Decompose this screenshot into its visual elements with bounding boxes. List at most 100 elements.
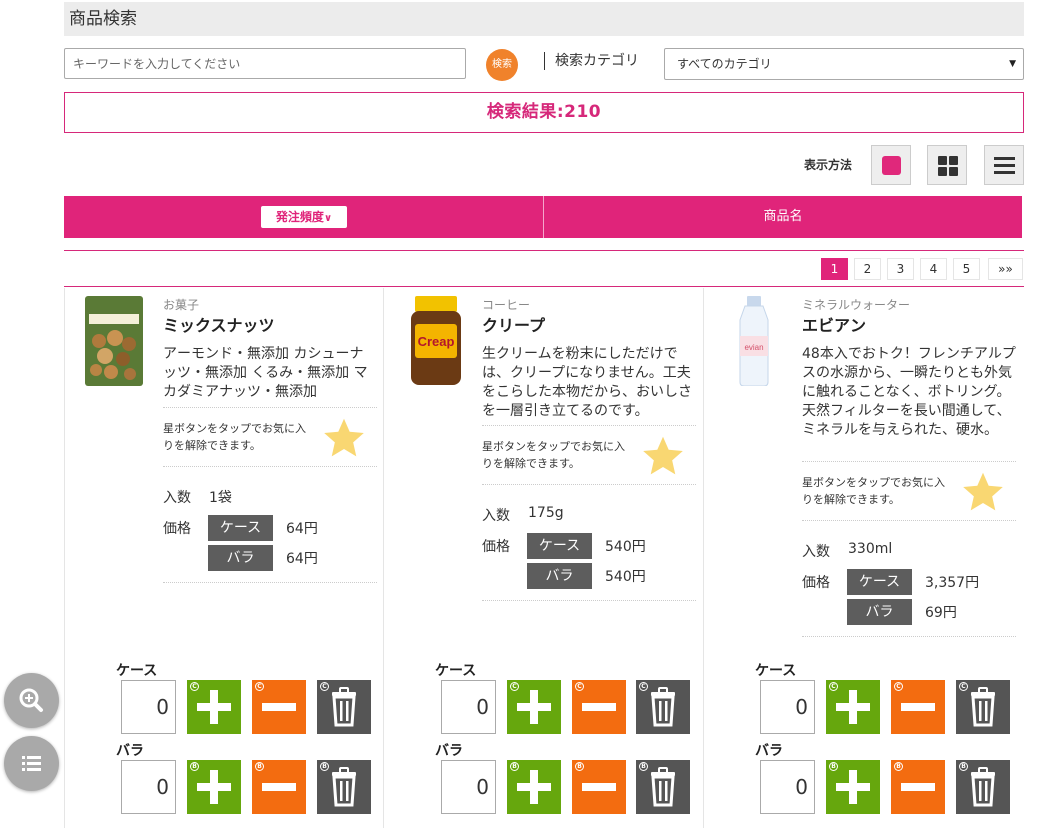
bara-price: 64円 xyxy=(286,551,318,567)
qty-value: 1袋 xyxy=(209,490,232,506)
category-selected-value: すべてのカテゴリ xyxy=(677,57,772,71)
bara-badge: B xyxy=(829,762,838,771)
sort-frequency-label: 発注頻度 xyxy=(275,210,324,224)
bara-qty-label: バラ xyxy=(755,743,783,759)
case-add-button[interactable]: C xyxy=(187,680,241,734)
product-name: エビアン xyxy=(802,316,867,335)
bara-subtract-button[interactable]: B xyxy=(252,760,306,814)
page-5[interactable]: 5 xyxy=(953,258,980,280)
bara-badge: B xyxy=(894,762,903,771)
case-tag: ケース xyxy=(847,569,912,595)
keyword-search-input[interactable] xyxy=(64,48,466,79)
bara-tag: バラ xyxy=(208,545,273,571)
favorite-hint: 星ボタンをタップでお気に入りを解除できます。 xyxy=(163,422,306,452)
minus-icon xyxy=(582,703,616,711)
bara-badge: B xyxy=(190,762,199,771)
product-category: お菓子 xyxy=(163,298,200,312)
bara-add-button[interactable]: B xyxy=(826,760,880,814)
case-price: 64円 xyxy=(286,521,318,537)
case-delete-button[interactable]: C xyxy=(636,680,690,734)
next-pages-button[interactable]: »» xyxy=(988,258,1023,280)
case-price: 540円 xyxy=(605,539,646,555)
sort-tab-name[interactable]: 商品名 xyxy=(544,196,1022,238)
case-quantity-input[interactable]: 0 xyxy=(441,680,496,734)
product-description: 48本入でおトク！フレンチアルプスの水源から、一瞬たりとも外気に触れることなく、… xyxy=(802,346,1016,438)
bara-badge: B xyxy=(510,762,519,771)
bara-delete-button[interactable]: B xyxy=(317,760,371,814)
product-image-evian: evian xyxy=(732,296,776,387)
view-list-button[interactable] xyxy=(984,145,1024,185)
page-3[interactable]: 3 xyxy=(887,258,914,280)
minus-icon xyxy=(262,703,296,711)
case-subtract-button[interactable]: C xyxy=(252,680,306,734)
bara-badge: B xyxy=(255,762,264,771)
bara-quantity-input[interactable]: 0 xyxy=(441,760,496,814)
favorite-box: 星ボタンをタップでお気に入りを解除できます。 xyxy=(163,407,377,467)
bara-price: 540円 xyxy=(605,569,646,585)
page-1[interactable]: 1 xyxy=(821,258,848,280)
bara-tag: バラ xyxy=(527,563,592,589)
case-add-button[interactable]: C xyxy=(826,680,880,734)
case-subtract-button[interactable]: C xyxy=(572,680,626,734)
case-qty-label: ケース xyxy=(755,663,797,679)
bara-add-button[interactable]: B xyxy=(507,760,561,814)
favorite-hint: 星ボタンをタップでお気に入りを解除できます。 xyxy=(482,440,625,470)
case-delete-button[interactable]: C xyxy=(956,680,1010,734)
divider xyxy=(64,250,1024,251)
minus-icon xyxy=(901,703,935,711)
zoom-in-icon xyxy=(19,688,43,712)
price-label: 価格 xyxy=(802,575,830,591)
qty-label: 入数 xyxy=(482,508,510,524)
chevron-down-icon: ▼ xyxy=(1009,59,1016,69)
bara-subtract-button[interactable]: B xyxy=(572,760,626,814)
case-delete-button[interactable]: C xyxy=(317,680,371,734)
sort-frequency-chip[interactable]: 発注頻度∨ xyxy=(261,206,347,228)
list-fab-button[interactable] xyxy=(4,736,59,791)
bara-badge: B xyxy=(639,762,648,771)
product-description: 生クリームを粉末にしただけでは、クリープになりません。工夫をこらした本物だから、… xyxy=(482,346,692,419)
bara-subtract-button[interactable]: B xyxy=(891,760,945,814)
case-add-button[interactable]: C xyxy=(507,680,561,734)
case-quantity-input[interactable]: 0 xyxy=(760,680,815,734)
price-label: 価格 xyxy=(482,539,510,555)
view-mode-label: 表示方法 xyxy=(804,158,853,172)
bara-add-button[interactable]: B xyxy=(187,760,241,814)
case-quantity-input[interactable]: 0 xyxy=(121,680,176,734)
view-grid-button[interactable] xyxy=(927,145,967,185)
favorite-hint: 星ボタンをタップでお気に入りを解除できます。 xyxy=(802,476,945,506)
price-label: 価格 xyxy=(163,521,191,537)
star-icon[interactable] xyxy=(321,416,367,460)
case-badge: C xyxy=(320,682,329,691)
product-category: ミネラルウォーター xyxy=(802,298,911,312)
star-icon[interactable] xyxy=(640,434,686,478)
product-name: ミックスナッツ xyxy=(163,316,275,335)
bara-quantity-input[interactable]: 0 xyxy=(121,760,176,814)
category-select[interactable]: すべてのカテゴリ ▼ xyxy=(664,48,1024,80)
product-card: evian ミネラルウォーター エビアン 48本入でおトク！フレンチアルプスの水… xyxy=(703,288,1021,828)
page-2[interactable]: 2 xyxy=(854,258,881,280)
zoom-fab-button[interactable] xyxy=(4,673,59,728)
single-view-icon xyxy=(882,156,901,175)
bara-qty-label: バラ xyxy=(435,743,463,759)
minus-icon xyxy=(262,783,296,791)
case-price: 3,357円 xyxy=(925,575,980,591)
bara-delete-button[interactable]: B xyxy=(956,760,1010,814)
divider xyxy=(64,286,1024,287)
qty-label: 入数 xyxy=(802,544,830,560)
bara-quantity-input[interactable]: 0 xyxy=(760,760,815,814)
favorite-box: 星ボタンをタップでお気に入りを解除できます。 xyxy=(802,461,1016,521)
search-button[interactable]: 検索 xyxy=(486,49,518,81)
star-icon[interactable] xyxy=(960,470,1006,514)
product-logo-text: Creap xyxy=(418,334,455,349)
sort-tab-frequency[interactable]: 発注頻度∨ xyxy=(64,196,544,238)
case-qty-label: ケース xyxy=(435,663,477,679)
case-tag: ケース xyxy=(527,533,592,559)
case-badge: C xyxy=(510,682,519,691)
case-subtract-button[interactable]: C xyxy=(891,680,945,734)
case-badge: C xyxy=(894,682,903,691)
page-title: 商品検索 xyxy=(64,2,1024,36)
product-logo-text: evian xyxy=(744,343,763,352)
view-single-button[interactable] xyxy=(871,145,911,185)
page-4[interactable]: 4 xyxy=(920,258,947,280)
bara-delete-button[interactable]: B xyxy=(636,760,690,814)
